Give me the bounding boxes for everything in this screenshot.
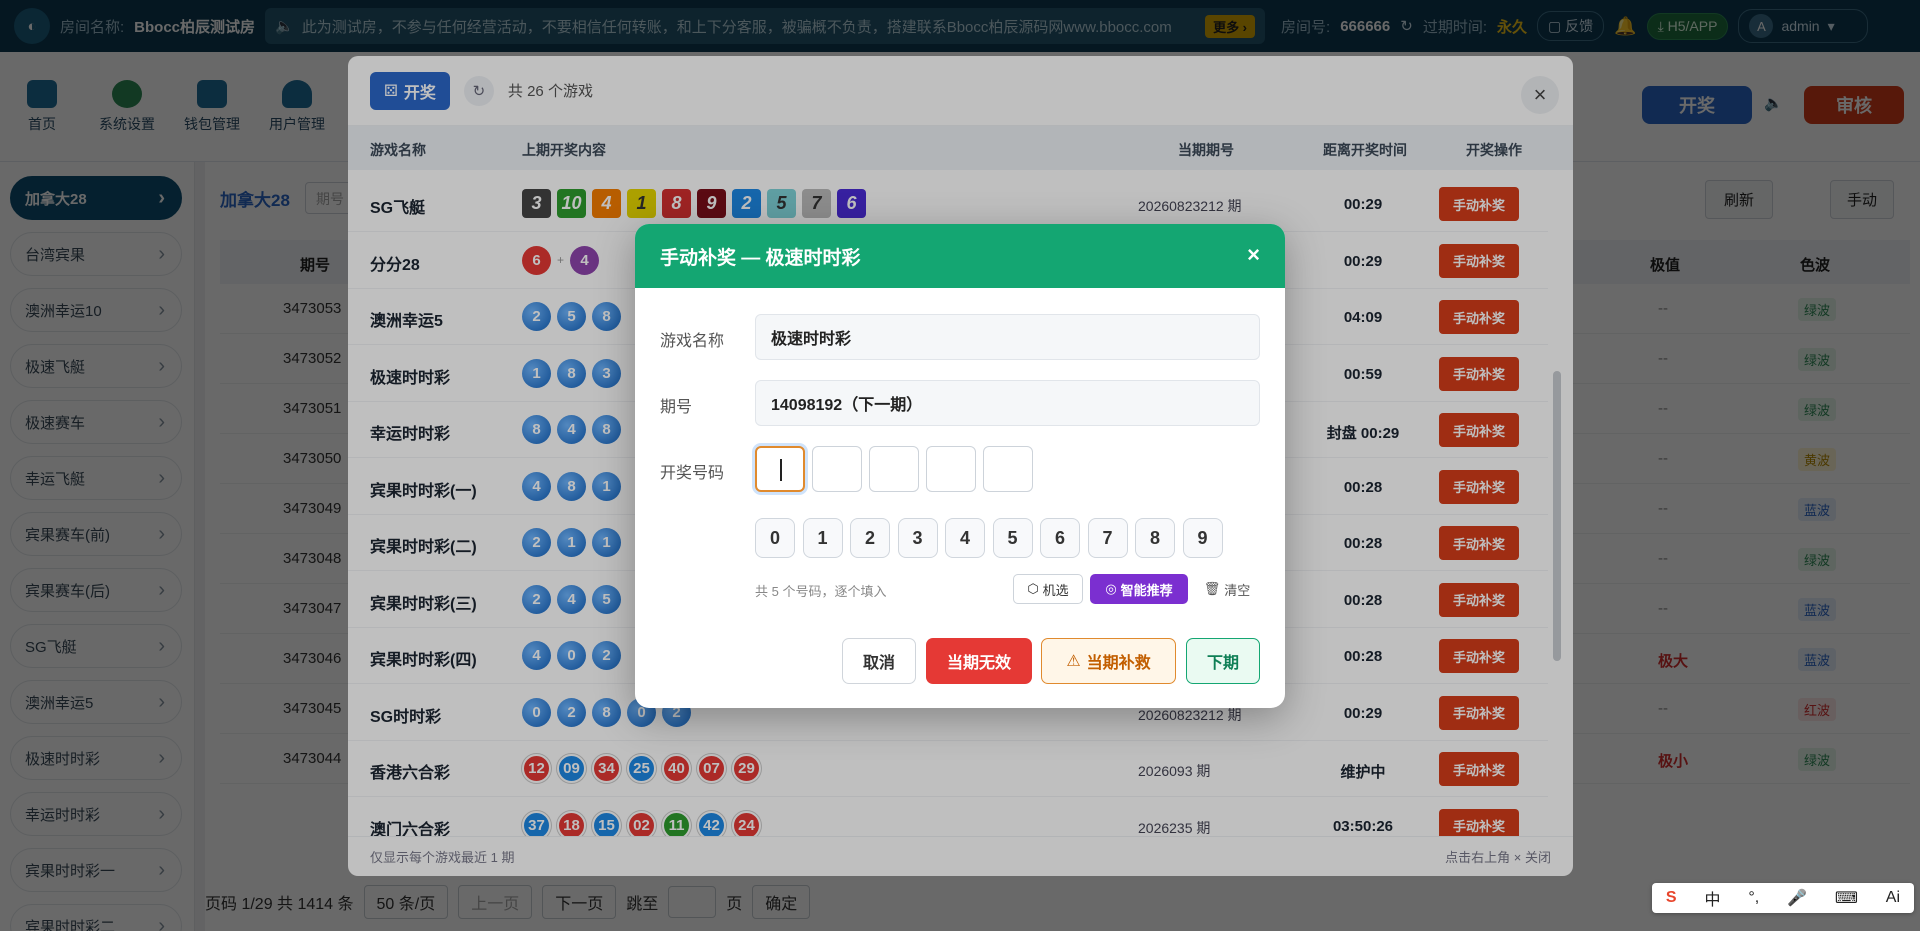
game-field: 极速时时彩 [755, 314, 1260, 360]
ime-item[interactable]: 🎤 [1787, 888, 1807, 908]
random-button[interactable]: ⬡ 机选 [1013, 574, 1083, 604]
number-slot[interactable] [983, 446, 1033, 492]
keypad-key[interactable]: 5 [992, 518, 1033, 558]
void-button[interactable]: 当期无效 [926, 638, 1032, 684]
keypad-key[interactable]: 0 [755, 518, 795, 558]
keypad-key[interactable]: 1 [802, 518, 843, 558]
number-slot[interactable] [755, 446, 805, 492]
keypad-key[interactable]: 9 [1182, 518, 1223, 558]
ime-toolbar[interactable]: S 中 °, 🎤 ⌨ Ai [1652, 883, 1914, 913]
numbers-label: 开奖号码 [660, 465, 725, 482]
keypad-key[interactable]: 6 [1040, 518, 1080, 558]
trash-icon: 🗑 [1203, 581, 1221, 596]
text-caret [780, 459, 782, 481]
hint-text: 共 5 个号码，逐个填入 [755, 584, 887, 599]
issue-field: 14098192（下一期） [755, 380, 1260, 426]
target-icon: ◎ [1105, 581, 1117, 596]
reissue-dialog: 手动补奖 — 极速时时彩 × 游戏名称 极速时时彩 期号 14098192（下一… [635, 224, 1285, 708]
cancel-button[interactable]: 取消 [842, 638, 916, 684]
ime-item[interactable]: 中 [1704, 886, 1720, 910]
next-button[interactable]: 下期 [1186, 638, 1260, 684]
ime-item[interactable]: ⌨ [1835, 888, 1858, 908]
number-slot[interactable] [812, 446, 862, 492]
keypad-key[interactable]: 8 [1135, 518, 1175, 558]
smart-recommend-button[interactable]: ◎ 智能推荐 [1090, 574, 1188, 604]
number-slot[interactable] [869, 446, 919, 492]
ime-logo-icon: S [1665, 889, 1677, 906]
clear-button[interactable]: 🗑 清空 [1197, 574, 1257, 604]
ime-item[interactable]: Ai [1886, 889, 1900, 907]
ime-item[interactable]: °, [1748, 889, 1759, 907]
clear-label: 清空 [1224, 582, 1251, 598]
number-slot[interactable] [926, 446, 976, 492]
warning-icon: ⚠ [1066, 653, 1081, 670]
smart-label: 智能推荐 [1120, 582, 1173, 598]
keypad-key[interactable]: 7 [1087, 518, 1128, 558]
random-label: 机选 [1042, 582, 1069, 598]
remedy-label: 当期补救 [1086, 655, 1151, 672]
dialog-title: 手动补奖 — 极速时时彩 [660, 247, 861, 269]
cube-icon: ⬡ [1027, 581, 1039, 596]
remedy-button[interactable]: ⚠ 当期补救 [1041, 638, 1176, 684]
keypad-key[interactable]: 4 [945, 518, 985, 558]
close-icon[interactable]: × [1247, 242, 1260, 268]
dialog-header: 手动补奖 — 极速时时彩 × [635, 224, 1285, 288]
issue-label: 期号 [660, 399, 693, 416]
game-label: 游戏名称 [660, 333, 725, 350]
keypad-key[interactable]: 3 [897, 518, 938, 558]
keypad-key[interactable]: 2 [850, 518, 890, 558]
